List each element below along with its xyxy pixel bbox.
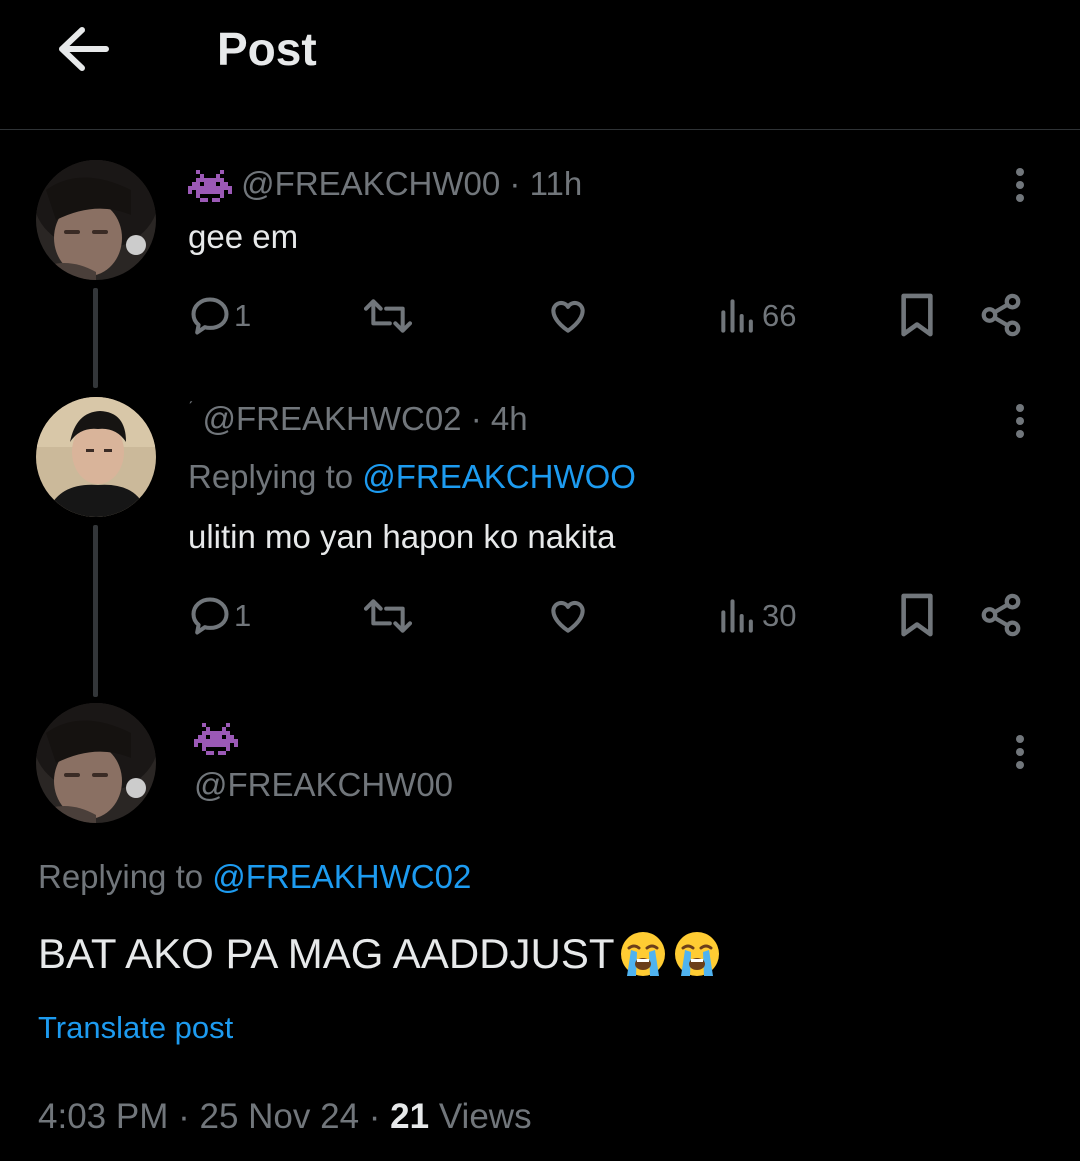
views-label[interactable]: Views xyxy=(439,1097,532,1136)
separator: · xyxy=(178,1097,190,1136)
post-time: 4:03 PM xyxy=(38,1097,169,1136)
share-icon xyxy=(981,593,1021,637)
tweet-text: ulitin mo yan hapon ko nakita xyxy=(188,518,616,555)
replying-to-link[interactable]: @FREAKCHWOO xyxy=(362,458,636,495)
retweet-button[interactable] xyxy=(364,294,412,338)
display-name[interactable] xyxy=(194,722,238,756)
like-button[interactable] xyxy=(546,294,590,338)
views-button[interactable]: 30 xyxy=(716,594,796,638)
heart-icon xyxy=(551,600,585,633)
more-options-button[interactable] xyxy=(1010,731,1030,771)
tweet-text: BAT AKO PA MAG AADDJUST xyxy=(38,928,723,980)
analytics-icon xyxy=(721,299,753,333)
share-button[interactable] xyxy=(978,592,1024,638)
page-title: Post xyxy=(217,23,317,75)
views-count: 66 xyxy=(762,298,797,333)
tweet-author[interactable]: @FREAKCHW00 · 11h xyxy=(188,165,582,203)
analytics-icon xyxy=(721,599,753,633)
top-bar: Post xyxy=(0,0,1080,130)
avatar[interactable] xyxy=(36,703,156,823)
replying-to: Replying to @FREAKHWC02 xyxy=(38,858,471,896)
alien-monster-icon xyxy=(188,170,232,203)
reply-icon xyxy=(191,597,229,635)
bookmark-icon xyxy=(901,593,933,637)
handle[interactable]: @FREAKCHW00 xyxy=(194,766,453,804)
separator: · xyxy=(368,1097,381,1136)
post-date: 25 Nov 24 xyxy=(199,1097,360,1136)
replying-prefix: Replying to xyxy=(38,858,213,895)
avatar-image xyxy=(36,160,156,280)
name-mark-icon: ˊ xyxy=(188,400,194,417)
bookmark-button[interactable] xyxy=(896,592,938,638)
loudly-crying-face-icon xyxy=(674,932,719,976)
bookmark-button[interactable] xyxy=(896,292,938,338)
replying-to: Replying to @FREAKCHWOO xyxy=(188,458,636,496)
reply-icon xyxy=(191,297,229,335)
avatar[interactable] xyxy=(36,397,156,517)
share-icon xyxy=(981,293,1021,337)
replying-to-link[interactable]: @FREAKHWC02 xyxy=(212,858,471,895)
retweet-icon xyxy=(364,599,412,633)
loudly-crying-face-icon xyxy=(620,932,665,976)
tweet-text-content: BAT AKO PA MAG AADDJUST xyxy=(38,930,615,977)
avatar-image xyxy=(36,703,156,823)
views-button[interactable]: 66 xyxy=(716,294,796,338)
thread-line xyxy=(93,288,98,388)
post-metadata: 4:03 PM · 25 Nov 24 · 21 Views xyxy=(38,1097,532,1137)
avatar[interactable] xyxy=(36,160,156,280)
tweet-text: gee em xyxy=(188,218,299,255)
reply-count: 1 xyxy=(234,598,252,633)
thread-line xyxy=(93,525,98,697)
replying-prefix: Replying to xyxy=(188,458,363,495)
more-options-button[interactable] xyxy=(1010,400,1030,440)
retweet-icon xyxy=(364,299,412,333)
reply-count: 1 xyxy=(234,298,252,333)
timestamp: 11h xyxy=(529,165,583,202)
translate-post-link[interactable]: Translate post xyxy=(38,1010,233,1046)
separator: · xyxy=(470,400,482,437)
more-options-button[interactable] xyxy=(1010,164,1030,204)
retweet-button[interactable] xyxy=(364,594,412,638)
bookmark-icon xyxy=(901,293,933,337)
timestamp: 4h xyxy=(490,400,528,437)
handle: @FREAKHWC02 xyxy=(202,400,462,437)
reply-button[interactable]: 1 xyxy=(188,294,251,338)
handle: @FREAKCHW00 xyxy=(241,165,501,202)
views-count: 21 xyxy=(390,1097,430,1136)
separator: · xyxy=(509,165,521,202)
alien-monster-icon xyxy=(194,723,238,755)
views-count: 30 xyxy=(762,598,797,633)
back-button[interactable] xyxy=(54,22,114,76)
like-button[interactable] xyxy=(546,594,590,638)
share-button[interactable] xyxy=(978,292,1024,338)
tweet-author[interactable]: ˊ @FREAKHWC02 · 4h xyxy=(188,400,528,438)
heart-icon xyxy=(551,300,585,333)
reply-button[interactable]: 1 xyxy=(188,594,251,638)
arrow-left-icon xyxy=(59,27,109,71)
avatar-image xyxy=(36,397,156,517)
